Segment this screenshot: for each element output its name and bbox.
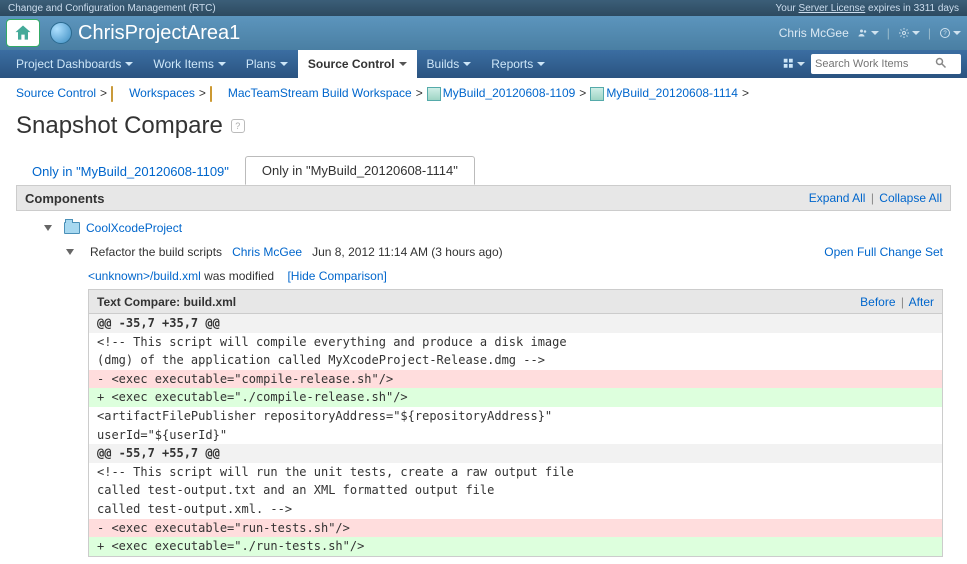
nav-item-source-control[interactable]: Source Control <box>298 50 417 78</box>
component-icon <box>64 222 80 234</box>
server-license-link[interactable]: Server License <box>799 3 866 14</box>
breadcrumbs: Source Control > Workspaces > MacTeamStr… <box>16 86 951 100</box>
nav-label: Plans <box>246 57 276 71</box>
snapshot-icon <box>590 87 602 99</box>
grid-view-button[interactable] <box>783 54 805 74</box>
hide-comparison-link[interactable]: [Hide Comparison] <box>287 269 386 283</box>
bc-snapshot-a[interactable]: MyBuild_20120608-1109 <box>443 86 576 100</box>
changeset-summary: Refactor the build scripts <box>90 245 222 259</box>
gear-icon <box>898 25 910 41</box>
settings-menu[interactable] <box>898 22 920 44</box>
search-input[interactable] <box>815 58 935 70</box>
search-box[interactable] <box>811 54 961 74</box>
chevron-down-icon <box>125 62 133 66</box>
twisty-icon[interactable] <box>44 225 52 231</box>
diff-before-link[interactable]: Before <box>860 295 895 309</box>
license-bar: Change and Configuration Management (RTC… <box>0 0 967 16</box>
main-nav: Project Dashboards Work Items Plans Source … <box>0 50 967 78</box>
diff-title: Text Compare: build.xml <box>97 295 236 309</box>
compare-tabs: Only in "MyBuild_20120608-1109" Only in … <box>16 156 951 185</box>
chevron-down-icon <box>463 62 471 66</box>
changeset-author[interactable]: Chris McGee <box>232 245 302 259</box>
nav-label: Builds <box>427 57 460 71</box>
folder-icon <box>111 86 113 102</box>
components-title: Components <box>25 191 104 206</box>
twisty-icon[interactable] <box>66 249 74 255</box>
snapshot-icon <box>427 87 439 99</box>
file-path-link[interactable]: <unknown>/build.xml <box>88 269 201 283</box>
user-name[interactable]: Chris McGee <box>779 26 849 40</box>
help-icon: ? <box>939 24 951 42</box>
title-bar: ChrisProjectArea1 Chris McGee | | ? <box>0 16 967 50</box>
chevron-down-icon <box>218 62 226 66</box>
grid-icon <box>783 57 795 71</box>
file-status: was modified <box>201 269 274 283</box>
bc-snapshot-b[interactable]: MyBuild_20120608-1114 <box>606 86 738 100</box>
diff-viewer: Text Compare: build.xml Before | After @… <box>88 289 943 557</box>
diff-line: <!-- This script will compile everything… <box>89 333 942 352</box>
expand-all-link[interactable]: Expand All <box>809 191 866 205</box>
nav-label: Reports <box>491 57 533 71</box>
nav-item-project-dashboards[interactable]: Project Dashboards <box>6 50 143 78</box>
diff-line: <artifactFilePublisher repositoryAddress… <box>89 407 942 426</box>
components-header: Components Expand All | Collapse All <box>16 185 951 211</box>
diff-line: <!-- This script will run the unit tests… <box>89 463 942 482</box>
chevron-down-icon <box>399 62 407 66</box>
search-icon[interactable] <box>935 57 947 72</box>
nav-item-work-items[interactable]: Work Items <box>143 50 235 78</box>
diff-line: userId="${userId}" <box>89 426 942 445</box>
app-name: Change and Configuration Management (RTC… <box>8 3 216 14</box>
help-menu[interactable]: ? <box>939 22 961 44</box>
nav-item-reports[interactable]: Reports <box>481 50 555 78</box>
project-title[interactable]: ChrisProjectArea1 <box>78 22 779 45</box>
tab-only-in-a[interactable]: Only in "MyBuild_20120608-1109" <box>16 158 245 185</box>
project-icon <box>50 22 72 44</box>
open-full-changeset-link[interactable]: Open Full Change Set <box>824 245 943 259</box>
diff-after-link[interactable]: After <box>909 295 934 309</box>
diff-line: @@ -35,7 +35,7 @@ <box>89 314 942 333</box>
page-title: Snapshot Compare ? <box>16 112 951 140</box>
folder-icon <box>210 86 212 102</box>
nav-label: Project Dashboards <box>16 57 121 71</box>
diff-line: called test-output.xml. --> <box>89 500 942 519</box>
chevron-down-icon <box>280 62 288 66</box>
collapse-all-link[interactable]: Collapse All <box>879 191 942 205</box>
bc-source-control[interactable]: Source Control <box>16 86 96 100</box>
bc-workspaces[interactable]: Workspaces <box>129 86 195 100</box>
page-help-icon[interactable]: ? <box>231 119 245 133</box>
home-icon <box>13 23 33 43</box>
diff-line: + <exec executable="./run-tests.sh"/> <box>89 537 942 556</box>
chevron-down-icon <box>537 62 545 66</box>
nav-item-builds[interactable]: Builds <box>417 50 482 78</box>
user-menu[interactable] <box>857 22 879 44</box>
nav-label: Source Control <box>308 57 395 71</box>
users-icon <box>857 24 869 42</box>
tab-only-in-b[interactable]: Only in "MyBuild_20120608-1114" <box>245 156 475 185</box>
home-button[interactable] <box>6 19 40 47</box>
changeset-date: Jun 8, 2012 11:14 AM (3 hours ago) <box>312 245 503 259</box>
diff-line: @@ -55,7 +55,7 @@ <box>89 444 942 463</box>
license-msg: Your Server License expires in 3311 days <box>776 3 959 14</box>
svg-text:?: ? <box>943 31 947 37</box>
diff-line: - <exec executable="compile-release.sh"/… <box>89 370 942 389</box>
bc-workspace[interactable]: MacTeamStream Build Workspace <box>228 86 412 100</box>
nav-item-plans[interactable]: Plans <box>236 50 298 78</box>
diff-line: - <exec executable="run-tests.sh"/> <box>89 519 942 538</box>
diff-line: called test-output.txt and an XML format… <box>89 481 942 500</box>
diff-line: + <exec executable="./compile-release.sh… <box>89 388 942 407</box>
component-link[interactable]: CoolXcodeProject <box>86 221 182 235</box>
nav-label: Work Items <box>153 57 213 71</box>
diff-line: (dmg) of the application called MyXcodeP… <box>89 351 942 370</box>
